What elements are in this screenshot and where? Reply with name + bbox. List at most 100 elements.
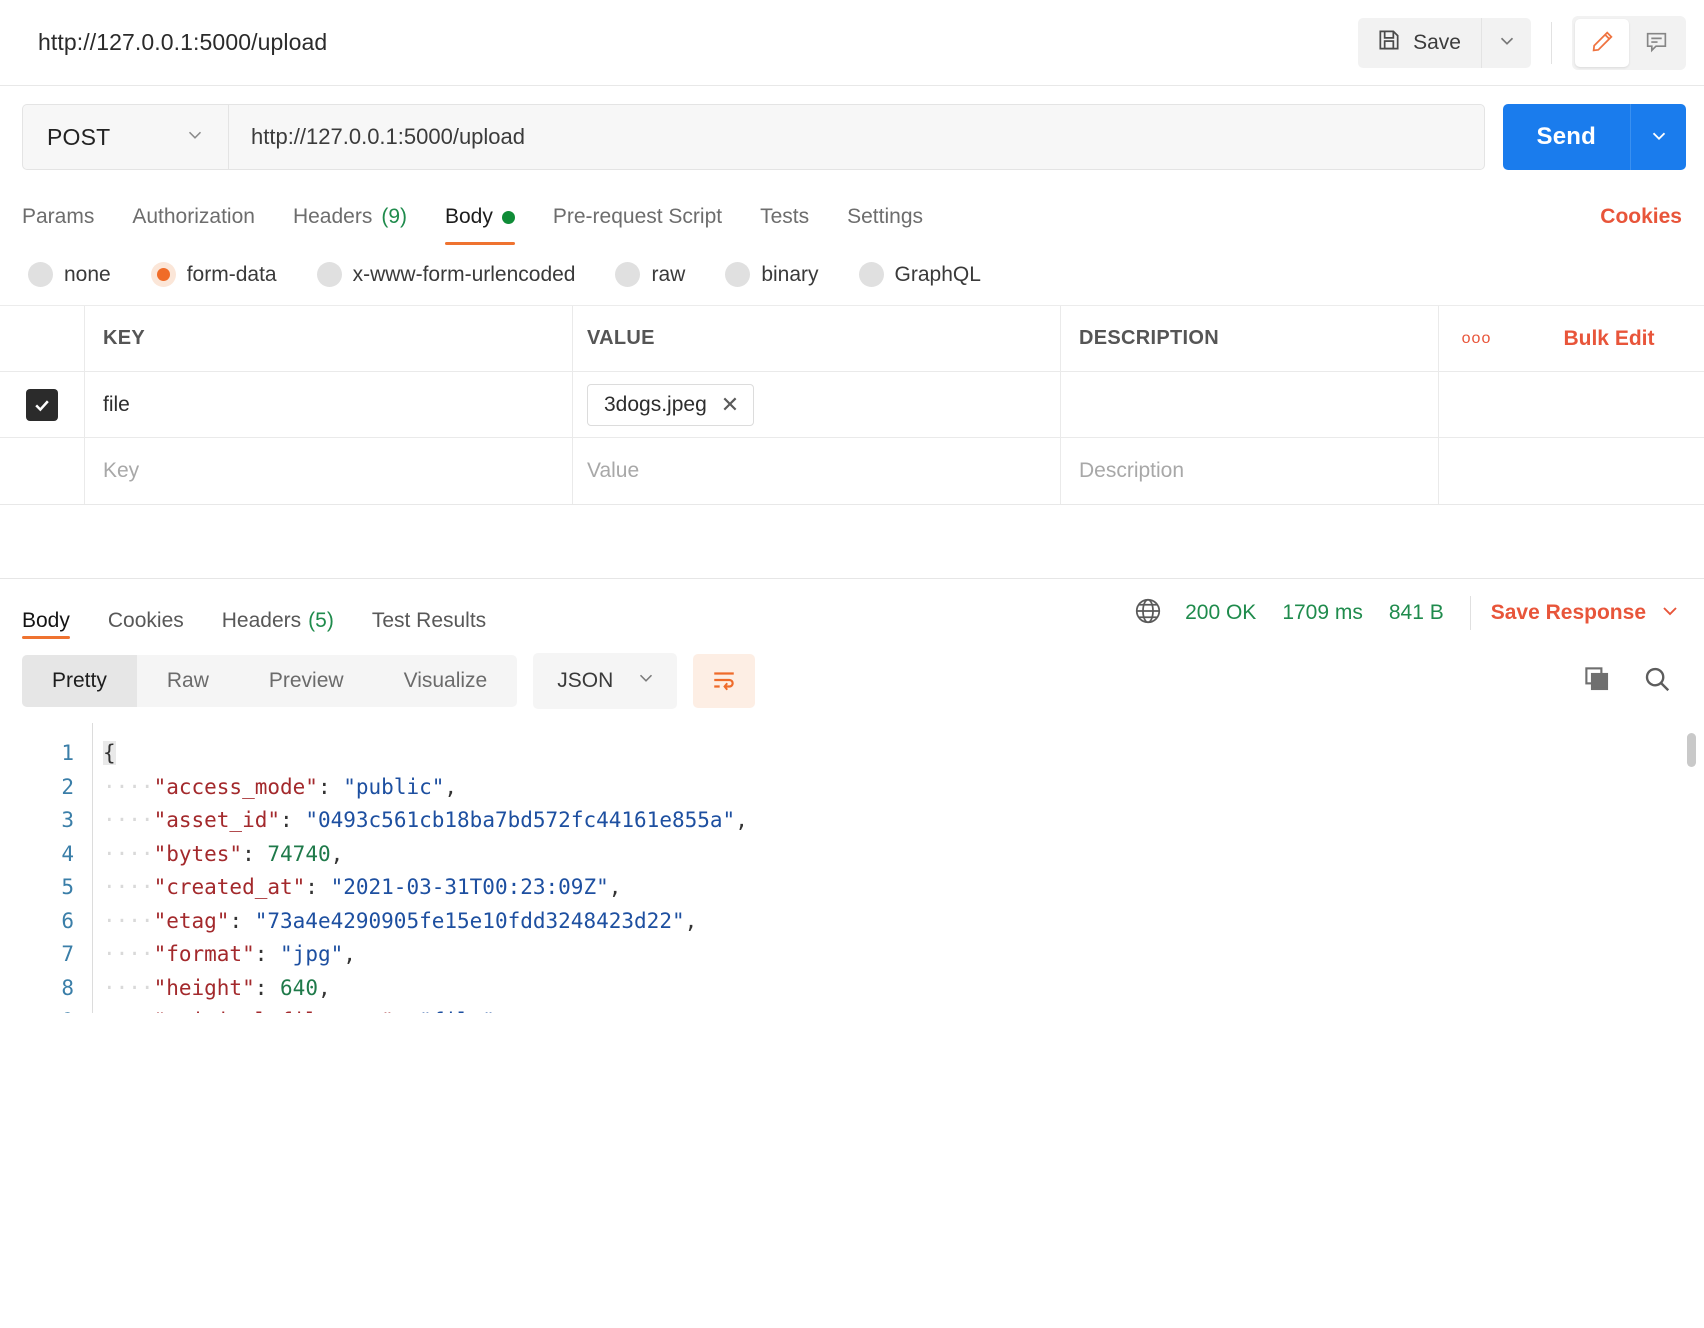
search-icon[interactable]	[1642, 664, 1672, 699]
row-description-cell[interactable]	[1061, 372, 1438, 437]
code-indent: ····	[103, 875, 154, 899]
code-key: "original_filename"	[154, 1009, 394, 1013]
ellipsis-icon[interactable]: ooo	[1462, 330, 1492, 348]
code-key: "created_at"	[153, 875, 306, 899]
close-icon[interactable]: ✕	[721, 393, 739, 416]
row-key-cell[interactable]: Key	[85, 438, 573, 504]
save-options-button[interactable]	[1481, 17, 1531, 68]
send-button-group: Send	[1502, 104, 1686, 170]
request-url-input[interactable]: http://127.0.0.1:5000/upload	[228, 104, 1485, 170]
save-button[interactable]: Save	[1358, 17, 1481, 68]
tab-authorization[interactable]: Authorization	[132, 189, 255, 245]
response-tab-headers-count: (5)	[308, 609, 334, 632]
tab-body[interactable]: Body	[445, 189, 515, 245]
globe-icon	[1133, 596, 1163, 631]
row-bulk-cell	[1514, 438, 1704, 504]
tab-headers-count: (9)	[381, 205, 407, 228]
body-type-form-data[interactable]: form-data	[150, 262, 277, 287]
body-type-binary[interactable]: binary	[725, 262, 819, 287]
bulk-edit-link[interactable]: Bulk Edit	[1563, 327, 1654, 351]
response-time: 1709 ms	[1282, 601, 1363, 624]
http-method-selector[interactable]: POST	[22, 104, 228, 170]
body-type-binary-label: binary	[761, 262, 819, 286]
tab-params-label: Params	[22, 205, 95, 228]
code-comma: ,	[495, 1009, 508, 1013]
row-value-cell[interactable]: 3dogs.jpeg ✕	[573, 372, 1061, 437]
body-type-raw[interactable]: raw	[615, 262, 685, 287]
body-type-graphql[interactable]: GraphQL	[858, 262, 981, 287]
line-number: 2	[61, 774, 74, 799]
table-header-row: KEY VALUE DESCRIPTION ooo Bulk Edit	[0, 306, 1704, 372]
line-number: 6	[61, 908, 74, 933]
tab-settings[interactable]: Settings	[847, 189, 923, 245]
view-visualize-button[interactable]: Visualize	[374, 655, 518, 707]
code-scrollbar-thumb[interactable]	[1687, 733, 1696, 767]
tab-pre-request-script[interactable]: Pre-request Script	[553, 189, 722, 245]
wrap-lines-button[interactable]	[693, 654, 756, 708]
copy-icon[interactable]	[1582, 664, 1612, 699]
response-tab-headers-label: Headers	[221, 609, 302, 632]
save-button-label: Save	[1413, 30, 1461, 54]
column-header-description: DESCRIPTION	[1079, 327, 1219, 349]
code-content[interactable]: { ····"access_mode": "public", ····"asse…	[92, 723, 1704, 1013]
code-value: "0493c561cb18ba7bd572fc44161e855a"	[305, 808, 736, 832]
view-raw-button[interactable]: Raw	[137, 655, 239, 707]
code-value: 640	[280, 975, 318, 1000]
response-tab-test-results-label: Test Results	[371, 609, 487, 632]
language-selector[interactable]: JSON	[533, 653, 678, 709]
code-comma: ,	[343, 942, 356, 966]
response-body-code[interactable]: 1 2 3 4 5 6 7 8 9 10 11 12 13 { ····"acc…	[0, 723, 1704, 1013]
code-comma: ,	[317, 975, 331, 1000]
radio-icon	[615, 262, 641, 287]
tab-tests[interactable]: Tests	[760, 189, 809, 245]
table-row: Key Value Description	[0, 438, 1704, 504]
bulk-edit-cell[interactable]: Bulk Edit	[1514, 306, 1704, 371]
top-bar: http://127.0.0.1:5000/upload Save	[0, 0, 1704, 86]
send-options-button[interactable]	[1630, 104, 1686, 170]
tab-headers[interactable]: Headers (9)	[293, 189, 407, 245]
code-colon: :	[229, 908, 255, 933]
response-size: 841 B	[1388, 601, 1444, 624]
response-tab-headers[interactable]: Headers (5)	[222, 579, 334, 647]
line-number: 1	[61, 741, 74, 765]
response-tab-cookies[interactable]: Cookies	[108, 579, 184, 647]
table-header-description-cell: DESCRIPTION	[1061, 306, 1438, 371]
chevron-down-icon	[184, 124, 206, 151]
line-number: 3	[61, 808, 74, 832]
body-type-none-label: none	[64, 262, 111, 286]
code-value: "73a4e4290905fe15e10fdd3248423d22"	[254, 908, 685, 933]
view-preview-button[interactable]: Preview	[239, 655, 374, 707]
row-checkbox-cell	[0, 372, 85, 437]
row-key-cell[interactable]: file	[85, 372, 573, 437]
body-type-form-data-label: form-data	[186, 262, 277, 286]
body-type-urlencoded[interactable]: x-www-form-urlencoded	[316, 262, 575, 287]
comments-button[interactable]	[1629, 19, 1683, 67]
save-response-button[interactable]: Save Response	[1491, 601, 1646, 625]
code-line: ····"original_filename": "file",	[103, 1005, 1704, 1013]
code-colon: :	[254, 942, 281, 966]
line-number: 4	[61, 841, 74, 866]
form-data-table: KEY VALUE DESCRIPTION ooo Bulk Edit file…	[0, 306, 1704, 505]
request-body-spacer	[0, 505, 1704, 579]
code-colon: :	[305, 875, 331, 899]
row-value-cell[interactable]: Value	[573, 438, 1061, 504]
chevron-down-icon[interactable]	[1658, 599, 1682, 628]
response-tab-body[interactable]: Body	[22, 579, 70, 647]
cookies-link[interactable]: Cookies	[1600, 205, 1682, 229]
edit-mode-button[interactable]	[1575, 18, 1629, 67]
tab-tests-label: Tests	[760, 205, 810, 228]
body-type-none[interactable]: none	[28, 262, 111, 287]
response-tab-test-results[interactable]: Test Results	[372, 579, 486, 647]
radio-selected-icon	[150, 262, 176, 287]
view-pretty-button[interactable]: Pretty	[22, 655, 137, 707]
code-indent: ····	[103, 808, 154, 832]
row-checkbox[interactable]	[26, 388, 58, 421]
table-options-cell[interactable]: ooo	[1438, 306, 1514, 371]
code-comma: ,	[330, 841, 344, 866]
tab-params[interactable]: Params	[22, 189, 94, 245]
line-number-gutter: 1 2 3 4 5 6 7 8 9 10 11 12 13	[0, 723, 92, 1013]
row-description-cell[interactable]: Description	[1061, 438, 1438, 504]
code-indent: ····	[103, 975, 154, 1000]
response-tools	[1582, 664, 1682, 699]
send-button[interactable]: Send	[1502, 104, 1630, 170]
